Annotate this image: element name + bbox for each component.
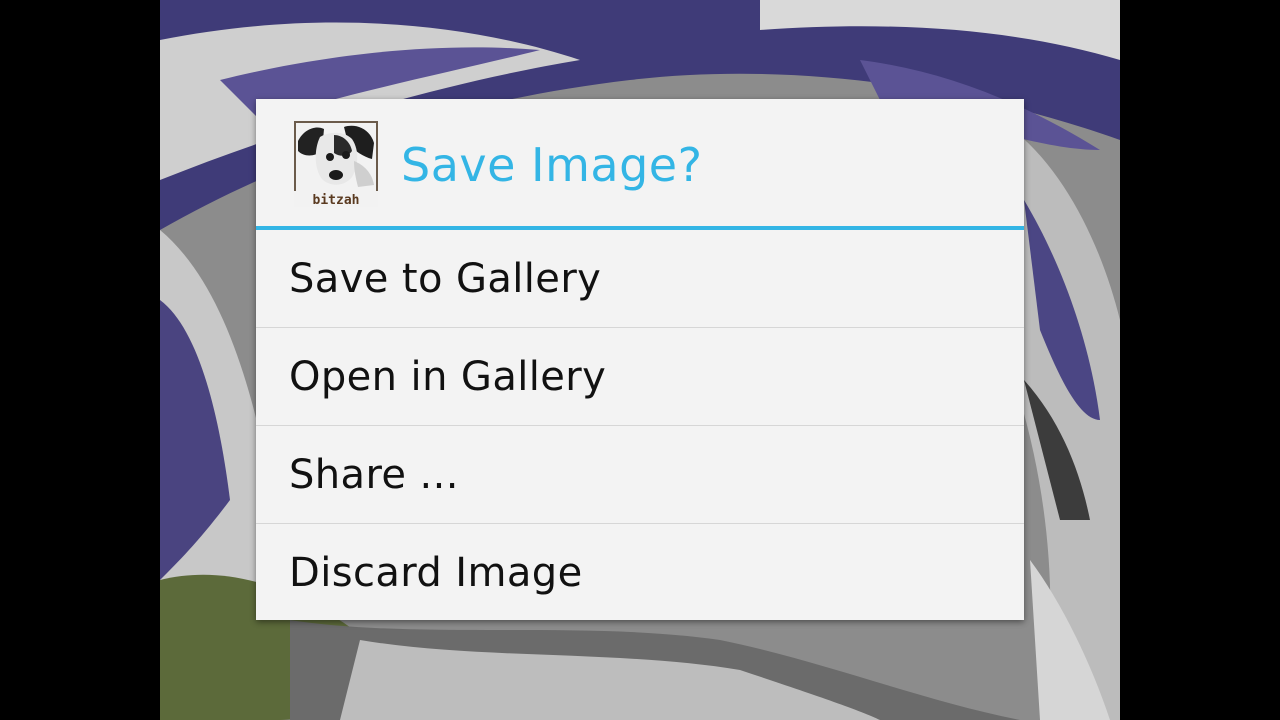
discard-image-option[interactable]: Discard Image — [256, 524, 1024, 621]
option-label: Open in Gallery — [289, 353, 607, 400]
option-label: Discard Image — [289, 549, 583, 596]
dialog-title: Save Image? — [401, 138, 703, 192]
save-image-dialog: bitzah Save Image? Save to Gallery Open … — [256, 99, 1024, 620]
option-label: Save to Gallery — [289, 255, 602, 302]
icon-caption: bitzah — [313, 193, 360, 207]
screen: bitzah Save Image? Save to Gallery Open … — [0, 0, 1280, 720]
save-to-gallery-option[interactable]: Save to Gallery — [256, 230, 1024, 328]
dialog-header: bitzah Save Image? — [256, 99, 1024, 230]
open-in-gallery-option[interactable]: Open in Gallery — [256, 328, 1024, 426]
option-list: Save to Gallery Open in Gallery Share ..… — [256, 230, 1024, 621]
share-option[interactable]: Share ... — [256, 426, 1024, 524]
option-label: Share ... — [289, 451, 459, 498]
dog-app-icon: bitzah — [294, 121, 378, 207]
